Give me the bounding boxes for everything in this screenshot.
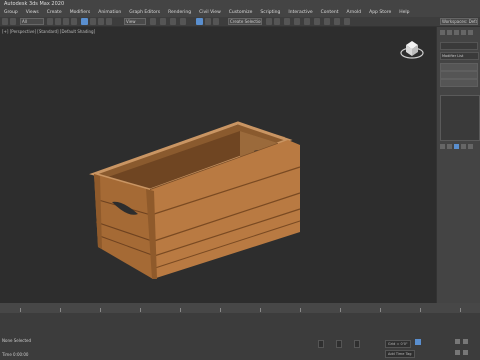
title-bar: Autodesk 3ds Max 2020 [0,0,480,9]
timeline-track[interactable] [0,303,480,313]
schematic-view-icon[interactable] [304,18,310,25]
menu-graph-editors[interactable]: Graph Editors [125,9,164,17]
modifier-button-1[interactable] [440,63,478,71]
ref-coord-dropdown[interactable]: View [124,18,146,25]
render-setup-icon[interactable] [324,18,330,25]
menu-views[interactable]: Views [22,9,43,17]
select-rotate-icon[interactable] [90,18,96,25]
snaps-toggle-icon[interactable] [180,18,186,25]
main-toolbar: All View Create Selection Se Workspaces:… [0,17,480,27]
modifier-button-2[interactable] [440,71,478,79]
undo-icon[interactable] [2,18,8,25]
create-tab-icon[interactable] [440,30,445,35]
menu-civil-view[interactable]: Civil View [195,9,225,17]
zoom-extents-icon[interactable] [455,350,460,355]
command-panel: Modifier List [436,27,480,303]
timeline-tick [460,308,461,312]
timeline-tick [380,308,381,312]
orbit-icon[interactable] [463,350,468,355]
material-editor-icon[interactable] [314,18,320,25]
angle-snap-icon[interactable] [196,18,203,25]
viewport-scene [89,41,424,279]
timeline-tick [20,308,21,312]
modifier-stack-list[interactable] [440,95,480,141]
x-coord-field[interactable] [318,340,324,348]
modifier-button-3[interactable] [440,79,478,87]
timeline-tick [100,308,101,312]
redo-icon[interactable] [10,18,16,25]
menu-scripting[interactable]: Scripting [256,9,284,17]
z-coord-field[interactable] [354,340,360,348]
modify-tab-icon[interactable] [447,30,452,35]
play-icon[interactable] [455,339,460,344]
select-manipulate-icon[interactable] [160,18,166,25]
menu-create[interactable]: Create [43,9,66,17]
selection-filter-dropdown[interactable]: All [20,18,44,25]
menu-interactive[interactable]: Interactive [284,9,316,17]
select-by-name-icon[interactable] [55,18,61,25]
render-icon[interactable] [344,18,350,25]
display-tab-icon[interactable] [468,30,473,35]
hierarchy-tab-icon[interactable] [454,30,459,35]
layer-explorer-icon[interactable] [284,18,290,25]
modifier-list-dropdown[interactable]: Modifier List [440,52,479,60]
menu-bar: Group Views Create Modifiers Animation Graph … [0,9,480,17]
spinner-snap-icon[interactable] [213,18,219,25]
select-place-icon[interactable] [106,18,112,25]
add-time-tag-button[interactable]: Add Time Tag [385,350,415,358]
select-object-icon[interactable] [47,18,53,25]
menu-group[interactable]: Group [0,9,22,17]
time-status: Time 0:00:00 [2,352,29,357]
curve-editor-icon[interactable] [294,18,300,25]
select-scale-icon[interactable] [98,18,104,25]
wooden-crate-model[interactable] [89,121,301,279]
select-move-icon[interactable] [81,18,88,25]
menu-content[interactable]: Content [317,9,343,17]
timeline-tick [140,308,141,312]
timeline-tick [60,308,61,312]
percent-snap-icon[interactable] [205,18,211,25]
named-selection-dropdown[interactable]: Create Selection Se [228,18,262,25]
timeline-tick [420,308,421,312]
timeline-tick [260,308,261,312]
grid-readout: Grid = 0'0" [385,340,411,348]
menu-arnold[interactable]: Arnold [343,9,366,17]
align-icon[interactable] [274,18,280,25]
show-end-result-icon[interactable] [447,144,452,149]
timeline-tick [220,308,221,312]
timeline-tick [180,308,181,312]
perspective-viewport[interactable]: [+] [Perspective] [Standard] [Default Sh… [0,27,436,303]
menu-modifiers[interactable]: Modifiers [66,9,95,17]
menu-help[interactable]: Help [395,9,413,17]
workspace-dropdown[interactable]: Workspaces: Default [440,18,478,25]
object-name-field[interactable] [440,42,478,50]
make-unique-icon[interactable] [454,144,459,149]
y-coord-field[interactable] [336,340,342,348]
window-title: Autodesk 3ds Max 2020 [4,1,65,7]
auto-key-icon[interactable] [415,339,421,345]
selection-status: None Selected [2,338,32,343]
next-frame-icon[interactable] [463,339,468,344]
menu-customize[interactable]: Customize [225,9,257,17]
menu-rendering[interactable]: Rendering [164,9,195,17]
remove-modifier-icon[interactable] [461,144,466,149]
pivot-icon[interactable] [150,18,156,25]
timeline-tick [340,308,341,312]
stack-buttons [440,144,478,150]
keyboard-shortcut-icon[interactable] [170,18,176,25]
menu-app-store[interactable]: App Store [365,9,395,17]
menu-animation[interactable]: Animation [94,9,125,17]
timeline-tick [300,308,301,312]
configure-sets-icon[interactable] [468,144,473,149]
pin-stack-icon[interactable] [440,144,445,149]
motion-tab-icon[interactable] [461,30,466,35]
viewcube-icon[interactable] [400,41,424,59]
window-crossing-icon[interactable] [71,18,77,25]
rect-selection-icon[interactable] [63,18,69,25]
mirror-icon[interactable] [266,18,272,25]
command-panel-tabs [440,30,478,36]
rendered-frame-icon[interactable] [334,18,340,25]
